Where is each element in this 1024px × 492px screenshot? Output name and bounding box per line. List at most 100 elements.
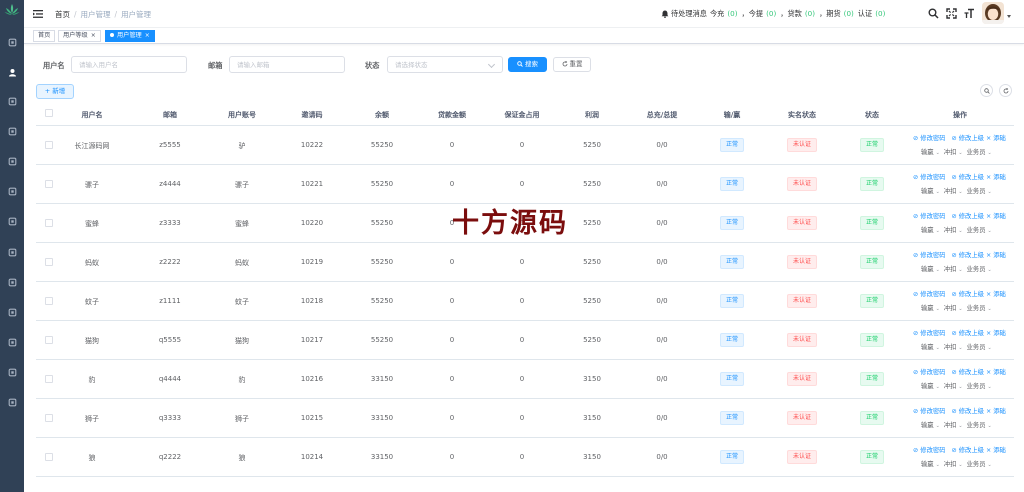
dropdown-1[interactable]: 冲扣 ⌄ xyxy=(944,422,967,429)
table-row[interactable]: 骡子 z4444 骡子 10221 55250 0 0 5250 0/0 正常 未认证 正常 ⊘ 修改密… xyxy=(36,165,1014,204)
table-row[interactable]: 长江源码网 z5555 驴 10222 55250 0 0 5250 0/0 正常 未认证 正常 ⊘ 修… xyxy=(36,126,1014,165)
dropdown-1[interactable]: 冲扣 ⌄ xyxy=(944,227,967,234)
edit-parent-link[interactable]: ⊘ 修改上级 xyxy=(951,252,983,259)
pending-notice[interactable]: 待处理消息 今充 (0) ，今提 (0) ，贷款 (0) ，期货 (0) 认证 (0) xyxy=(661,9,888,19)
email-input[interactable] xyxy=(229,56,345,73)
font-size-icon[interactable] xyxy=(964,8,975,19)
search-button[interactable]: 搜索 xyxy=(508,57,547,72)
add-link[interactable]: × 添础 xyxy=(986,174,1006,181)
edit-password-link[interactable]: ⊘ 修改密码 xyxy=(913,447,945,454)
dropdown-2[interactable]: 业务员 ⌄ xyxy=(967,149,996,156)
table-row[interactable]: 豹 q4444 豹 10216 33150 0 0 3150 0/0 正常 未认证 正常 ⊘ 修改密码 ⊘… xyxy=(36,360,1014,399)
edit-parent-link[interactable]: ⊘ 修改上级 xyxy=(951,291,983,298)
dropdown-2[interactable]: 业务员 ⌄ xyxy=(967,227,996,234)
edit-password-link[interactable]: ⊘ 修改密码 xyxy=(913,330,945,337)
reset-button[interactable]: 重置 xyxy=(553,57,591,72)
dropdown-2[interactable]: 业务员 ⌄ xyxy=(967,305,996,312)
edit-password-link[interactable]: ⊘ 修改密码 xyxy=(913,213,945,220)
row-checkbox[interactable] xyxy=(45,219,53,227)
dropdown-1[interactable]: 冲扣 ⌄ xyxy=(944,149,967,156)
edit-password-link[interactable]: ⊘ 修改密码 xyxy=(913,408,945,415)
add-link[interactable]: × 添础 xyxy=(986,369,1006,376)
dropdown-2[interactable]: 业务员 ⌄ xyxy=(967,461,996,468)
status-select[interactable] xyxy=(387,56,503,73)
dropdown-2[interactable]: 业务员 ⌄ xyxy=(967,266,996,273)
dropdown-0[interactable]: 输赢 ⌄ xyxy=(921,461,944,468)
edit-parent-link[interactable]: ⊘ 修改上级 xyxy=(951,174,983,181)
table-row[interactable]: 猫狗 q5555 猫狗 10217 55250 0 0 5250 0/0 正常 未认证 正常 ⊘ 修改密… xyxy=(36,321,1014,360)
toggle-search-button[interactable] xyxy=(980,84,993,97)
file-icon[interactable] xyxy=(5,275,19,289)
user-icon[interactable] xyxy=(5,65,19,79)
edit-parent-link[interactable]: ⊘ 修改上级 xyxy=(951,408,983,415)
dropdown-0[interactable]: 输赢 ⌄ xyxy=(921,383,944,390)
briefcase-icon[interactable] xyxy=(5,395,19,409)
dropdown-0[interactable]: 输赢 ⌄ xyxy=(921,188,944,195)
hamburger-icon[interactable] xyxy=(32,8,44,20)
row-checkbox[interactable] xyxy=(45,180,53,188)
add-link[interactable]: × 添础 xyxy=(986,447,1006,454)
tag-user-management[interactable]: 用户管理 × xyxy=(105,30,155,42)
table-row[interactable]: 狼 q2222 狼 10214 33150 0 0 3150 0/0 正常 未认证 正常 ⊘ 修改密码 ⊘… xyxy=(36,438,1014,477)
edit-password-link[interactable]: ⊘ 修改密码 xyxy=(913,135,945,142)
dropdown-2[interactable]: 业务员 ⌄ xyxy=(967,344,996,351)
dropdown-0[interactable]: 输赢 ⌄ xyxy=(921,422,944,429)
tag-user-level[interactable]: 用户等级 × xyxy=(58,30,101,42)
edit-parent-link[interactable]: ⊘ 修改上级 xyxy=(951,330,983,337)
gear-icon[interactable] xyxy=(5,305,19,319)
breadcrumb-home[interactable]: 首页 xyxy=(55,10,70,19)
dropdown-0[interactable]: 输赢 ⌄ xyxy=(921,305,944,312)
edit-password-link[interactable]: ⊘ 修改密码 xyxy=(913,291,945,298)
user-avatar[interactable] xyxy=(982,2,1004,24)
edit-parent-link[interactable]: ⊘ 修改上级 xyxy=(951,447,983,454)
search-icon[interactable] xyxy=(928,8,939,19)
dropdown-2[interactable]: 业务员 ⌄ xyxy=(967,422,996,429)
add-link[interactable]: × 添础 xyxy=(986,135,1006,142)
gear-alt-icon[interactable] xyxy=(5,335,19,349)
dropdown-1[interactable]: 冲扣 ⌄ xyxy=(944,266,967,273)
row-checkbox[interactable] xyxy=(45,375,53,383)
dropdown-1[interactable]: 冲扣 ⌄ xyxy=(944,383,967,390)
edit-parent-link[interactable]: ⊘ 修改上级 xyxy=(951,135,983,142)
dropdown-0[interactable]: 输赢 ⌄ xyxy=(921,344,944,351)
dropdown-0[interactable]: 输赢 ⌄ xyxy=(921,227,944,234)
chevron-down-icon[interactable] xyxy=(1007,15,1011,18)
table-row[interactable]: 蚊子 z1111 蚊子 10218 55250 0 0 5250 0/0 正常 未认证 正常 ⊘ 修改密… xyxy=(36,282,1014,321)
add-link[interactable]: × 添础 xyxy=(986,252,1006,259)
dashboard-icon[interactable] xyxy=(5,35,19,49)
table-row[interactable]: 蚂蚁 z2222 蚂蚁 10219 55250 0 0 5250 0/0 正常 未认证 正常 ⊘ 修改密… xyxy=(36,243,1014,282)
close-icon[interactable]: × xyxy=(145,32,150,39)
add-button[interactable]: + 新增 xyxy=(36,84,74,99)
row-checkbox[interactable] xyxy=(45,414,53,422)
document-icon[interactable] xyxy=(5,94,19,108)
dropdown-1[interactable]: 冲扣 ⌄ xyxy=(944,305,967,312)
dropdown-1[interactable]: 冲扣 ⌄ xyxy=(944,461,967,468)
chart-icon[interactable] xyxy=(5,245,19,259)
username-input[interactable] xyxy=(71,56,187,73)
table-row[interactable]: 狮子 q3333 狮子 10215 33150 0 0 3150 0/0 正常 未认证 正常 ⊘ 修改密… xyxy=(36,399,1014,438)
edit-password-link[interactable]: ⊘ 修改密码 xyxy=(913,174,945,181)
money-icon[interactable] xyxy=(5,184,19,198)
close-icon[interactable]: × xyxy=(91,32,96,39)
edit-password-link[interactable]: ⊘ 修改密码 xyxy=(913,252,945,259)
row-checkbox[interactable] xyxy=(45,453,53,461)
monitor-icon[interactable] xyxy=(5,365,19,379)
row-checkbox[interactable] xyxy=(45,258,53,266)
edit-parent-link[interactable]: ⊘ 修改上级 xyxy=(951,213,983,220)
edit-password-link[interactable]: ⊘ 修改密码 xyxy=(913,369,945,376)
dropdown-1[interactable]: 冲扣 ⌄ xyxy=(944,188,967,195)
add-link[interactable]: × 添础 xyxy=(986,408,1006,415)
mail-icon[interactable] xyxy=(5,124,19,138)
layers-icon[interactable] xyxy=(5,214,19,228)
dropdown-0[interactable]: 输赢 ⌄ xyxy=(921,266,944,273)
add-link[interactable]: × 添础 xyxy=(986,213,1006,220)
settings-icon[interactable] xyxy=(5,154,19,168)
fullscreen-icon[interactable] xyxy=(946,8,957,19)
add-link[interactable]: × 添础 xyxy=(986,291,1006,298)
dropdown-1[interactable]: 冲扣 ⌄ xyxy=(944,344,967,351)
select-all-checkbox[interactable] xyxy=(45,109,53,117)
dropdown-2[interactable]: 业务员 ⌄ xyxy=(967,188,996,195)
row-checkbox[interactable] xyxy=(45,297,53,305)
row-checkbox[interactable] xyxy=(45,336,53,344)
dropdown-0[interactable]: 输赢 ⌄ xyxy=(921,149,944,156)
